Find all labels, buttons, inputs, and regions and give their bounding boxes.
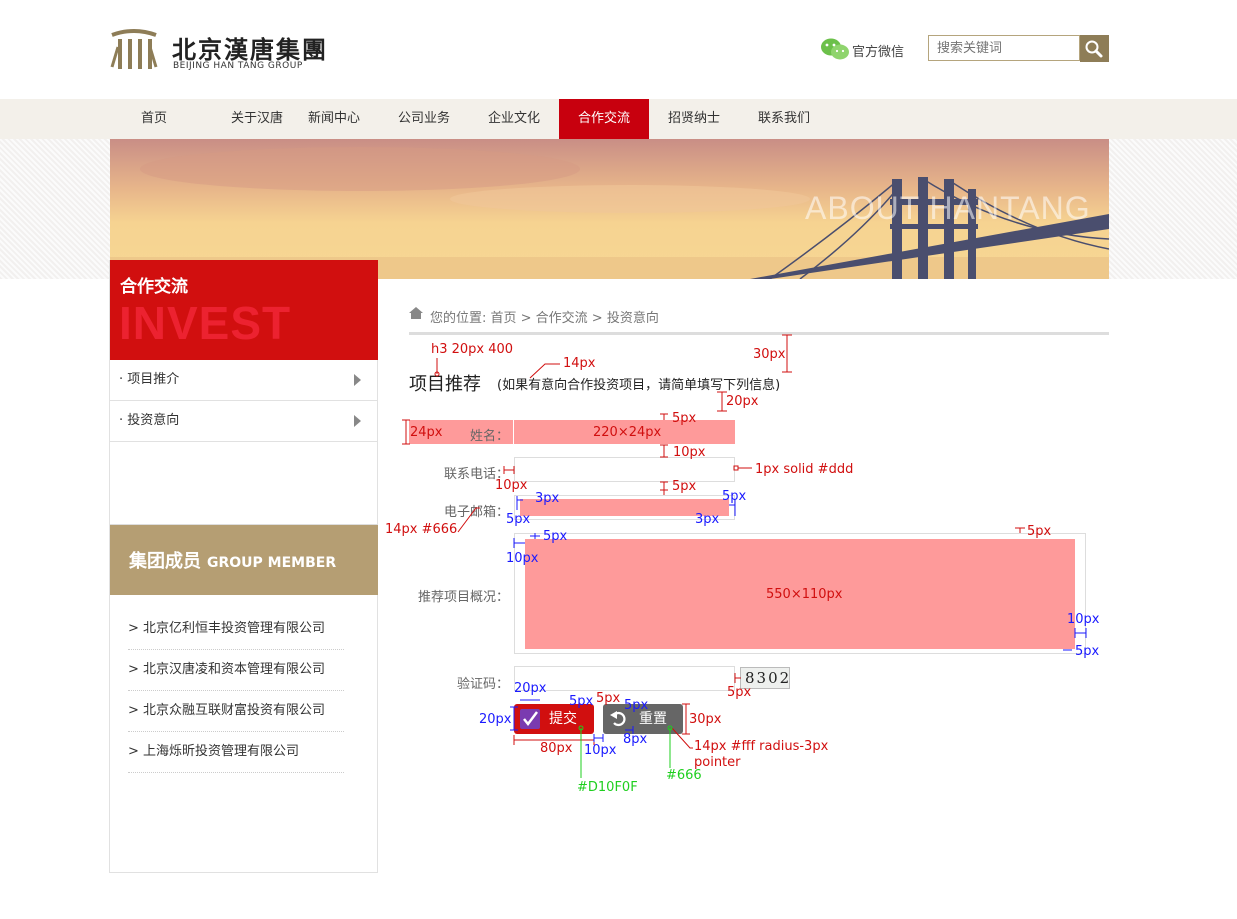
annotation-label: 30px — [753, 347, 786, 362]
annotation-label: 14px #666 — [385, 522, 458, 537]
annotation-label: 5px — [722, 489, 747, 504]
annotation-label: 80px — [540, 741, 573, 756]
annotation-label: 5px — [624, 698, 649, 713]
annotation-label: 10px — [1067, 612, 1100, 627]
annotation-label: 5px — [1075, 644, 1100, 659]
annotation-label: 8px — [623, 732, 648, 747]
annotation-label: 3px — [535, 491, 560, 506]
annotation-label: 20px — [479, 712, 512, 727]
annotation-label: 14px #fff radius-3px — [694, 739, 829, 754]
annotation-label: 10px — [673, 445, 706, 460]
annotation-label: #D10F0F — [577, 780, 638, 795]
annotation-label: 5px — [543, 529, 568, 544]
annotation-label: 5px — [596, 691, 621, 706]
annotation-label: 10px — [495, 478, 528, 493]
annotation-label: 10px — [506, 551, 539, 566]
annotation-label: 5px — [672, 411, 697, 426]
annotation-label: 14px — [563, 356, 596, 371]
annotation-label: #666 — [666, 768, 702, 783]
annotation-label: 5px — [727, 685, 752, 700]
annotation-label: 220×24px — [593, 425, 662, 440]
annotation-label: 5px — [672, 479, 697, 494]
annotation-label: 5px — [1027, 524, 1052, 539]
annotation-label: 20px — [514, 681, 547, 696]
annotation-label: 550×110px — [766, 587, 843, 602]
annotation-label: 1px solid #ddd — [755, 462, 854, 477]
annotation-label: 10px — [584, 743, 617, 758]
annotation-label: 5px — [569, 694, 594, 709]
annotation-label: 3px — [695, 512, 720, 527]
annotation-label: 5px — [506, 512, 531, 527]
annotation-label: h3 20px 400 — [431, 342, 514, 357]
annotation-label: 24px — [410, 425, 443, 440]
annotation-label: 30px — [689, 712, 722, 727]
annotation-label: 20px — [726, 394, 759, 409]
